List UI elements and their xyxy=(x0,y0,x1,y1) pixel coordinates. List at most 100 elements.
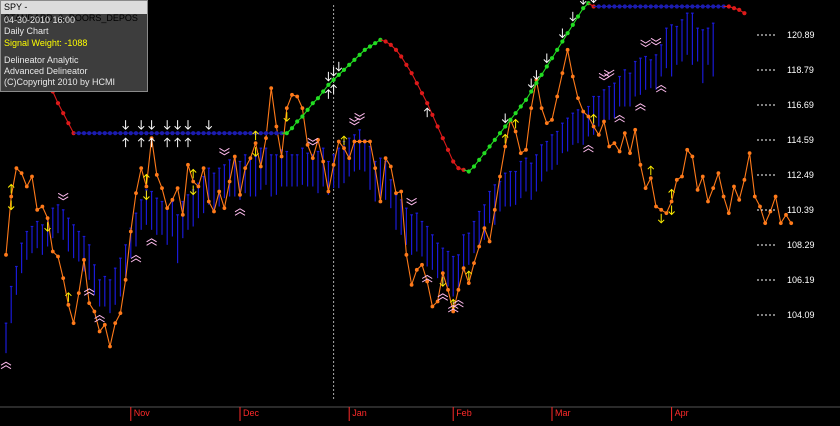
chevron-stroke xyxy=(614,114,625,119)
chevron-stroke xyxy=(406,197,417,202)
oscillator-point xyxy=(186,162,190,167)
oscillator-point xyxy=(752,194,757,199)
oscillator-point xyxy=(732,184,736,189)
oscillator-point xyxy=(191,179,196,184)
oscillator-point xyxy=(35,207,40,212)
chevron-stroke xyxy=(640,43,651,48)
oscillator-point xyxy=(30,174,34,179)
oscillator-point xyxy=(409,282,414,287)
x-axis-month-label: Apr xyxy=(675,408,689,418)
y-axis-tick-label: 120.89 xyxy=(787,30,815,40)
oscillator-point xyxy=(622,131,627,136)
oscillator-point xyxy=(264,136,268,141)
oscillator-down-arrow-icon xyxy=(7,200,15,211)
oscillator-point xyxy=(154,172,159,177)
top-chevron-icon xyxy=(57,192,69,201)
chevron-stroke xyxy=(635,103,646,108)
bottom-chevron-icon xyxy=(234,208,246,216)
chevron-stroke xyxy=(614,118,625,123)
chevron-stroke xyxy=(146,238,157,243)
sell-arrow-icon xyxy=(205,120,213,130)
chart-info-panel[interactable]: SPY - STANDARD_&_POORS_DEPOS 04-30-2010 … xyxy=(0,0,148,92)
chevron-stroke xyxy=(130,258,142,263)
oscillator-point xyxy=(253,141,258,146)
bottom-chevron-icon xyxy=(635,103,646,111)
bottom-chevron-icon xyxy=(130,254,142,263)
oscillator-down-arrow-icon xyxy=(283,112,291,122)
sell-arrow-icon xyxy=(148,120,155,130)
chevron-stroke xyxy=(406,201,417,206)
oscillator-point xyxy=(180,212,185,217)
buy-arrow-icon xyxy=(163,137,171,148)
oscillator-point xyxy=(524,147,528,152)
oscillator-point xyxy=(591,124,596,129)
oscillator-point xyxy=(290,92,294,97)
oscillator-point xyxy=(685,147,690,152)
oscillator-point xyxy=(160,186,164,191)
sell-arrow-icon xyxy=(533,70,540,80)
oscillator-point xyxy=(711,186,716,191)
oscillator-point xyxy=(352,139,357,144)
chevron-stroke xyxy=(219,151,230,156)
y-axis-tick-label: 114.59 xyxy=(787,135,814,145)
top-chevron-icon xyxy=(650,37,662,46)
oscillator-point xyxy=(737,197,742,202)
oscillator-point xyxy=(461,266,466,271)
oscillator-point xyxy=(279,154,284,159)
oscillator-down-arrow-icon xyxy=(657,213,665,224)
bottom-chevron-icon xyxy=(0,361,12,370)
chevron-stroke xyxy=(655,84,667,89)
chevron-stroke xyxy=(57,192,69,197)
oscillator-point xyxy=(170,197,175,202)
y-axis-tick-label: 106.19 xyxy=(787,275,815,285)
oscillator-point xyxy=(144,184,149,189)
top-chevron-icon xyxy=(219,147,230,156)
oscillator-point xyxy=(217,189,222,194)
oscillator-point xyxy=(586,114,591,119)
bottom-chevron-icon xyxy=(614,114,625,123)
oscillator-point xyxy=(789,221,794,226)
x-axis-month-label: Jan xyxy=(352,408,367,418)
oscillator-point xyxy=(388,164,393,169)
sell-arrow-icon xyxy=(527,78,535,89)
chevron-stroke xyxy=(354,116,365,121)
delineator-point xyxy=(742,11,747,16)
chevron-stroke xyxy=(57,196,69,201)
oscillator-point xyxy=(118,311,123,316)
oscillator-point xyxy=(633,127,638,132)
oscillator-point xyxy=(206,199,211,204)
oscillator-point xyxy=(113,321,118,326)
oscillator-point xyxy=(747,151,752,156)
sell-arrow-icon xyxy=(569,11,577,22)
oscillator-point xyxy=(274,124,279,129)
oscillator-point xyxy=(310,156,315,161)
chevron-stroke xyxy=(635,106,646,111)
y-axis-tick-label: 112.49 xyxy=(787,170,814,180)
oscillator-point xyxy=(498,174,502,179)
oscillator-point xyxy=(123,277,128,282)
oscillator-point xyxy=(596,132,601,137)
chevron-stroke xyxy=(83,288,95,293)
oscillator-point xyxy=(503,144,508,149)
x-axis-month-label: Nov xyxy=(134,408,151,418)
buy-arrow-icon xyxy=(325,89,332,99)
sell-arrow-icon xyxy=(122,120,129,130)
top-chevron-icon xyxy=(598,72,610,81)
oscillator-point xyxy=(394,191,398,196)
chevron-stroke xyxy=(437,296,449,301)
oscillator-point xyxy=(669,199,674,204)
oscillator-point xyxy=(472,261,476,266)
top-chevron-icon xyxy=(406,197,417,206)
indicator-name-1: Delineator Analytic xyxy=(4,54,79,65)
oscillator-point xyxy=(139,166,144,171)
oscillator-point xyxy=(716,171,721,176)
chevron-stroke xyxy=(650,37,662,42)
oscillator-point xyxy=(664,211,669,216)
oscillator-point xyxy=(544,121,549,126)
oscillator-point xyxy=(430,304,435,309)
oscillator-point xyxy=(232,154,237,159)
oscillator-point xyxy=(560,71,565,76)
oscillator-point xyxy=(368,139,372,144)
oscillator-point xyxy=(399,189,404,194)
oscillator-point xyxy=(76,291,81,296)
